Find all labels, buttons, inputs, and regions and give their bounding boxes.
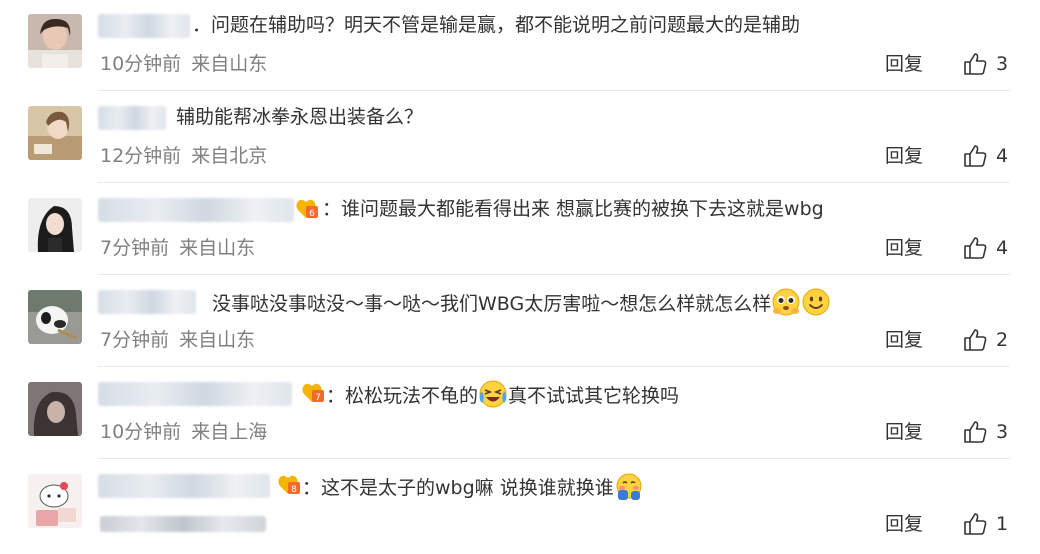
username-blurred[interactable] (98, 474, 270, 498)
reply-button[interactable]: 回复 (885, 143, 923, 169)
reply-button[interactable]: 回复 (885, 419, 923, 445)
comment-text-body: ：这不是太子的wbg嘛 说换谁就换谁 (302, 477, 614, 499)
comment-text-part-2: 真不试试其它轮换吗 (508, 385, 680, 407)
avatar[interactable] (28, 14, 82, 68)
like-count: 4 (996, 237, 1009, 259)
fan-badge-icon: 8 (278, 475, 300, 495)
timestamp: 10分钟前 (100, 53, 182, 75)
comment-item: 没事哒没事哒没～事～哒～我们WBG太厉害啦～想怎么样就怎么样 7分钟前 来自山东 … (0, 276, 1040, 368)
svg-text:7: 7 (315, 393, 321, 403)
divider (98, 90, 1010, 91)
reply-button[interactable]: 回复 (885, 51, 923, 77)
svg-text:6: 6 (309, 209, 315, 219)
shy-face-emoji (616, 473, 642, 500)
comment-text: ：这不是太子的wbg嘛 说换谁就换谁 (302, 471, 644, 502)
smiling-face-emoji (802, 288, 830, 316)
comment-item: ．问题在辅助吗？明天不管是输是赢，都不能说明之前问题最大的是辅助 10分钟前 来自… (0, 0, 1040, 92)
username-blurred[interactable] (98, 198, 294, 222)
location: 来自山东 (179, 237, 256, 259)
divider (98, 458, 1010, 459)
comment-text: 辅助能帮冰拳永恩出装备么？ (176, 106, 424, 128)
reply-button[interactable]: 回复 (885, 327, 923, 353)
comment-list: ．问题在辅助吗？明天不管是输是赢，都不能说明之前问题最大的是辅助 10分钟前 来自… (0, 0, 1040, 554)
avatar[interactable] (28, 106, 82, 160)
like-count: 3 (996, 421, 1009, 443)
like-count: 4 (996, 145, 1009, 167)
comment-text: ：松松玩法不龟的 真不试试其它轮换吗 (326, 379, 679, 410)
timestamp: 12分钟前 (100, 145, 182, 167)
comment-item: 8 ：这不是太子的wbg嘛 说换谁就换谁 回复 1 (0, 460, 1040, 552)
avatar[interactable] (28, 198, 82, 252)
comment-meta: 10分钟前 来自上海 (100, 419, 267, 445)
like-count: 3 (996, 53, 1009, 75)
thumbs-up-icon[interactable] (962, 51, 988, 77)
username-blurred[interactable] (98, 290, 196, 314)
timestamp: 10分钟前 (100, 421, 182, 443)
comment-item: 辅助能帮冰拳永恩出装备么？ 12分钟前 来自北京 回复 4 (0, 92, 1040, 184)
svg-text:8: 8 (291, 485, 297, 495)
location: 来自山东 (179, 329, 256, 351)
divider (98, 274, 1010, 275)
thumbs-up-icon[interactable] (962, 327, 988, 353)
avatar[interactable] (28, 382, 82, 436)
comment-text: ．问题在辅助吗？明天不管是输是赢，都不能说明之前问题最大的是辅助 (192, 14, 801, 36)
thumbs-up-icon[interactable] (962, 419, 988, 445)
location: 来自山东 (191, 53, 268, 75)
avatar[interactable] (28, 290, 82, 344)
avatar[interactable] (28, 474, 82, 528)
username-blurred[interactable] (98, 382, 292, 406)
reply-button[interactable]: 回复 (885, 235, 923, 261)
comment-meta: 10分钟前 来自山东 (100, 51, 267, 77)
comment-meta: 7分钟前 来自山东 (100, 327, 255, 353)
thumbs-up-icon[interactable] (962, 235, 988, 261)
pleading-face-emoji (772, 288, 800, 316)
comment-text: ：谁问题最大都能看得出来 想赢比赛的被换下去这就是wbg (322, 198, 824, 220)
comment-text-part-1: ：松松玩法不龟的 (326, 385, 479, 407)
comment-item: 7 ：松松玩法不龟的 真不试试其它轮换吗 10分钟前 来自上海 回复 3 (0, 368, 1040, 460)
thumbs-up-icon[interactable] (962, 511, 988, 537)
timestamp: 7分钟前 (100, 237, 170, 259)
laughing-crying-emoji (479, 380, 507, 408)
timestamp: 7分钟前 (100, 329, 170, 351)
location: 来自北京 (191, 145, 268, 167)
thumbs-up-icon[interactable] (962, 143, 988, 169)
like-count: 2 (996, 329, 1009, 351)
comment-text: 没事哒没事哒没～事～哒～我们WBG太厉害啦～想怎么样就怎么样 (212, 287, 831, 318)
fan-badge-icon: 6 (296, 199, 318, 219)
location: 来自上海 (191, 421, 268, 443)
username-blurred[interactable] (98, 106, 166, 130)
comment-meta: 7分钟前 来自山东 (100, 235, 255, 261)
comment-meta: 12分钟前 来自北京 (100, 143, 267, 169)
reply-button[interactable]: 回复 (885, 511, 923, 537)
divider (98, 182, 1010, 183)
comment-text-body: 没事哒没事哒没～事～哒～我们WBG太厉害啦～想怎么样就怎么样 (212, 293, 772, 315)
comment-item: 6 ：谁问题最大都能看得出来 想赢比赛的被换下去这就是wbg 7分钟前 来自山东 … (0, 184, 1040, 276)
divider (98, 366, 1010, 367)
username-blurred[interactable] (98, 14, 190, 38)
meta-blurred (100, 516, 266, 532)
like-count: 1 (996, 513, 1009, 535)
fan-badge-icon: 7 (302, 383, 324, 403)
